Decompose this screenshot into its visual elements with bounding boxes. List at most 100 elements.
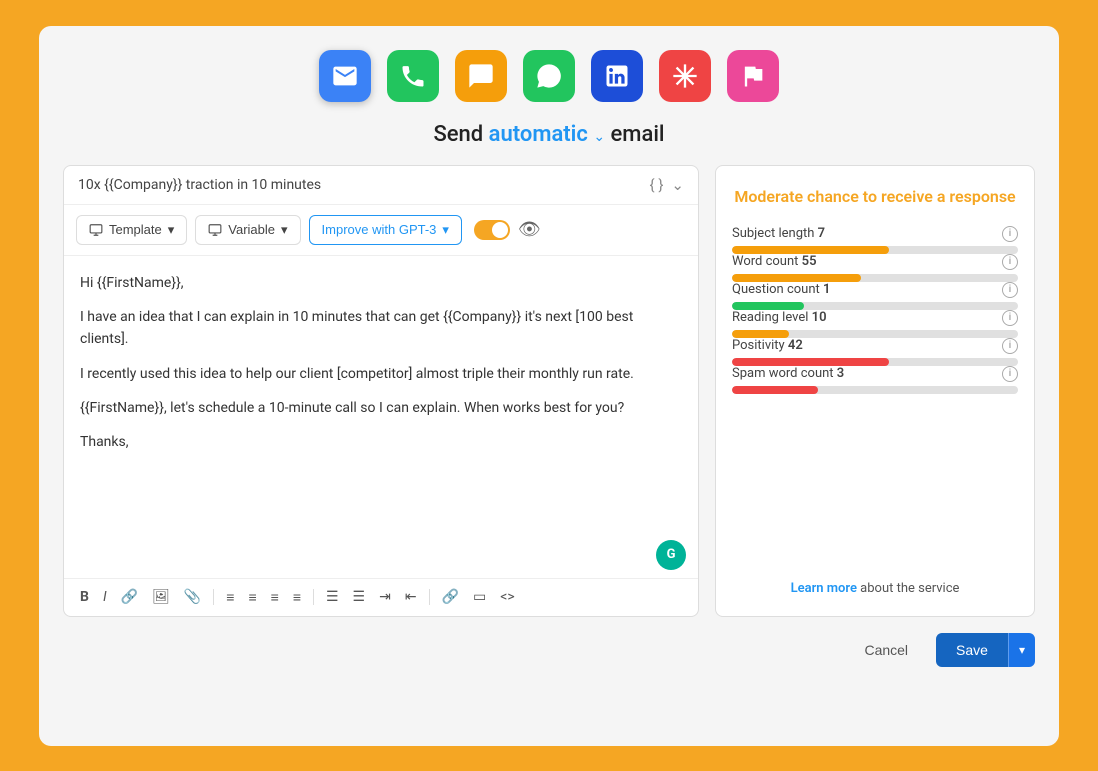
eye-icon[interactable]: 👁 — [518, 219, 541, 240]
cancel-button[interactable]: Cancel — [848, 634, 924, 666]
stat-bar-fill-2 — [732, 302, 804, 310]
stat-row-2: Question count 1 i — [732, 282, 1018, 310]
channel-chevron[interactable]: ⌄ — [593, 129, 605, 145]
stat-row-0: Subject length 7 i — [732, 226, 1018, 254]
channel-whatsapp[interactable] — [523, 50, 575, 102]
channel-bar — [63, 50, 1035, 102]
stat-bar-fill-4 — [732, 358, 889, 366]
image-icon[interactable]: 🖼 — [148, 587, 174, 607]
italic-icon[interactable]: I — [99, 587, 111, 607]
channel-asterisk[interactable] — [659, 50, 711, 102]
format-bar: B I 🔗 🖼 📎 ≡ ≡ ≡ ≡ ☰ ☰ ⇥ ⇤ 🔗 ▭ <> — [64, 578, 698, 616]
align-left-icon[interactable]: ≡ — [222, 587, 238, 608]
stat-label-2: Question count 1 — [732, 282, 830, 297]
toggle-container — [474, 220, 510, 240]
attach-icon[interactable]: 📎 — [180, 587, 205, 607]
separator-2 — [313, 589, 314, 605]
variable-button[interactable]: Variable ▾ — [195, 215, 300, 245]
main-container: Send automatic ⌄ email 10x {{Company}} t… — [39, 26, 1059, 746]
main-content: 10x {{Company}} traction in 10 minutes {… — [63, 165, 1035, 617]
template-button[interactable]: Template ▾ — [76, 215, 187, 245]
automatic-word[interactable]: automatic — [489, 122, 588, 147]
variable-chevron: ▾ — [281, 222, 288, 238]
stat-info-icon-3[interactable]: i — [1002, 310, 1018, 326]
editor-panel: 10x {{Company}} traction in 10 minutes {… — [63, 165, 699, 617]
separator-3 — [429, 589, 430, 605]
email-line-2: I have an idea that I can explain in 10 … — [80, 306, 682, 351]
separator-1 — [213, 589, 214, 605]
stats-title: Moderate chance to receive a response — [732, 186, 1018, 208]
stat-bar-fill-1 — [732, 274, 861, 282]
email-line-3: I recently used this idea to help our cl… — [80, 363, 682, 385]
outdent-icon[interactable]: ⇤ — [401, 587, 421, 607]
stat-label-5: Spam word count 3 — [732, 366, 844, 381]
stat-bar-bg-0 — [732, 246, 1018, 254]
stat-label-row-4: Positivity 42 i — [732, 338, 1018, 354]
learn-more-link[interactable]: Learn more — [791, 581, 857, 596]
toggle-switch[interactable] — [474, 220, 510, 240]
stat-info-icon-1[interactable]: i — [1002, 254, 1018, 270]
grammarly-button[interactable]: G — [656, 540, 686, 570]
align-justify-icon[interactable]: ≡ — [289, 587, 305, 608]
email-line-1: Hi {{FirstName}}, — [80, 272, 682, 294]
learn-more: Learn more about the service — [732, 581, 1018, 596]
subject-text: 10x {{Company}} traction in 10 minutes — [78, 177, 321, 193]
stat-bar-bg-1 — [732, 274, 1018, 282]
stat-bar-fill-3 — [732, 330, 789, 338]
channel-linkedin[interactable] — [591, 50, 643, 102]
code-icon[interactable]: <> — [496, 587, 518, 607]
stat-info-icon-4[interactable]: i — [1002, 338, 1018, 354]
footer-buttons: Cancel Save ▾ — [63, 633, 1035, 667]
template-chevron: ▾ — [168, 222, 175, 238]
save-button[interactable]: Save — [936, 633, 1008, 667]
stat-label-1: Word count 55 — [732, 254, 817, 269]
curly-braces-icon[interactable]: { } — [650, 176, 664, 194]
stat-bar-bg-2 — [732, 302, 1018, 310]
template-label: Template — [109, 222, 162, 237]
channel-phone[interactable] — [387, 50, 439, 102]
stat-bar-bg-5 — [732, 386, 1018, 394]
bold-icon[interactable]: B — [76, 587, 93, 607]
subject-icons: { } ⌄ — [650, 176, 684, 194]
stat-row-3: Reading level 10i — [732, 310, 1018, 338]
stat-row-4: Positivity 42 i — [732, 338, 1018, 366]
subject-bar: 10x {{Company}} traction in 10 minutes {… — [64, 166, 698, 205]
stat-info-icon-5[interactable]: i — [1002, 366, 1018, 382]
stat-info-icon-2[interactable]: i — [1002, 282, 1018, 298]
learn-more-text: about the service — [857, 581, 959, 596]
stats-panel: Moderate chance to receive a response Su… — [715, 165, 1035, 617]
stat-label-row-2: Question count 1 i — [732, 282, 1018, 298]
stat-label-0: Subject length 7 — [732, 226, 825, 241]
save-dropdown-button[interactable]: ▾ — [1008, 633, 1035, 667]
page-title: Send automatic ⌄ email — [63, 122, 1035, 147]
numbered-list-icon[interactable]: ☰ — [349, 587, 370, 607]
metrics-container: Subject length 7iWord count 55iQuestion … — [732, 226, 1018, 394]
toolbar-row: Template ▾ Variable ▾ Improve with GPT-3… — [64, 205, 698, 256]
chevron-down-icon[interactable]: ⌄ — [671, 176, 684, 194]
email-line-5: Thanks, — [80, 431, 682, 453]
bullet-list-icon[interactable]: ☰ — [322, 587, 343, 607]
gpt-label: Improve with GPT-3 — [322, 222, 437, 237]
stat-bar-fill-0 — [732, 246, 889, 254]
link-icon[interactable]: 🔗 — [117, 587, 142, 607]
stat-label-row-0: Subject length 7 i — [732, 226, 1018, 242]
grammarly-badge: G — [64, 536, 698, 578]
channel-flag[interactable] — [727, 50, 779, 102]
stat-label-4: Positivity 42 — [732, 338, 803, 353]
gpt-chevron: ▾ — [442, 222, 449, 238]
stat-row-5: Spam word count 3 i — [732, 366, 1018, 394]
align-center-icon[interactable]: ≡ — [244, 587, 260, 608]
gpt-button[interactable]: Improve with GPT-3 ▾ — [309, 215, 462, 245]
align-right-icon[interactable]: ≡ — [267, 587, 283, 608]
video-icon[interactable]: ▭ — [469, 587, 490, 607]
stat-label-row-3: Reading level 10i — [732, 310, 1018, 326]
stat-info-icon-0[interactable]: i — [1002, 226, 1018, 242]
stat-row-1: Word count 55 i — [732, 254, 1018, 282]
indent-icon[interactable]: ⇥ — [375, 587, 395, 607]
hyperlink-icon[interactable]: 🔗 — [438, 587, 463, 607]
email-body[interactable]: Hi {{FirstName}}, I have an idea that I … — [64, 256, 698, 536]
stat-bar-fill-5 — [732, 386, 818, 394]
stat-label-row-1: Word count 55 i — [732, 254, 1018, 270]
channel-chat[interactable] — [455, 50, 507, 102]
channel-email[interactable] — [319, 50, 371, 102]
